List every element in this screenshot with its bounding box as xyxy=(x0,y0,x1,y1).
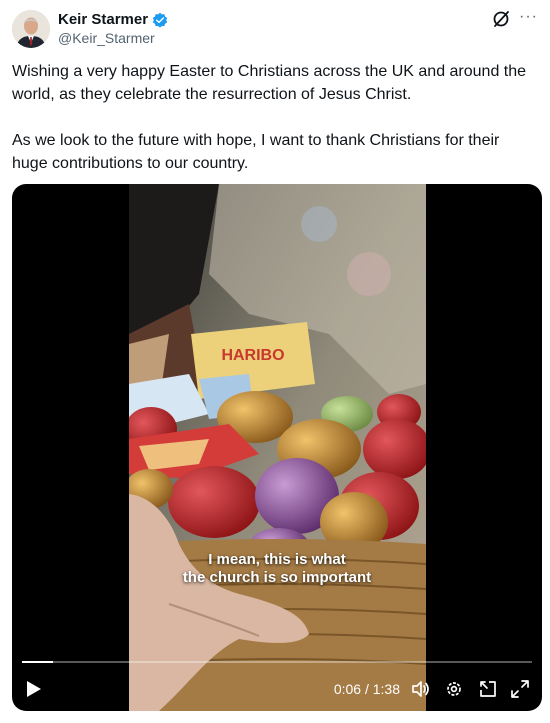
tweet-header: Keir Starmer @Keir_Starmer ··· xyxy=(12,8,538,52)
progress-fill xyxy=(22,661,53,663)
video-player[interactable]: HARIBO I mean, this is what the church i… xyxy=(12,184,542,711)
packet-label: HARIBO xyxy=(221,347,284,364)
video-caption: I mean, this is what the church is so im… xyxy=(12,551,542,587)
video-still-image: HARIBO xyxy=(129,184,426,711)
grok-icon[interactable] xyxy=(492,10,510,28)
video-time: 0:06 / 1:38 xyxy=(333,681,400,697)
tweet-text: Wishing a very happy Easter to Christian… xyxy=(12,60,538,198)
picture-in-picture-icon[interactable] xyxy=(478,679,498,699)
play-icon[interactable] xyxy=(26,680,42,698)
fullscreen-icon[interactable] xyxy=(510,679,530,699)
tweet-paragraph: Wishing a very happy Easter to Christian… xyxy=(12,63,527,103)
caption-line: the church is so important xyxy=(182,569,372,586)
name-row: Keir Starmer xyxy=(58,11,168,28)
settings-gear-icon[interactable] xyxy=(444,679,464,699)
progress-bar[interactable] xyxy=(22,661,532,663)
avatar[interactable] xyxy=(12,10,50,48)
author-handle[interactable]: @Keir_Starmer xyxy=(58,30,155,46)
tweet-paragraph: As we look to the future with hope, I wa… xyxy=(12,132,500,172)
more-icon[interactable]: ··· xyxy=(519,8,538,26)
author-name[interactable]: Keir Starmer xyxy=(58,11,148,28)
video-controls: 0:06 / 1:38 xyxy=(12,676,542,702)
caption-line: I mean, this is what xyxy=(208,551,346,568)
volume-icon[interactable] xyxy=(410,679,430,699)
avatar-portrait xyxy=(12,10,50,48)
video-frame: HARIBO xyxy=(129,184,426,711)
verified-badge-icon xyxy=(152,12,168,28)
